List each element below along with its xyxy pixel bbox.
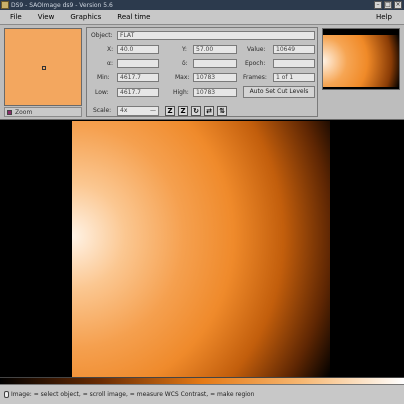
- min-label: Min:: [97, 74, 110, 81]
- status-text: Image: = select object, = scroll image, …: [11, 391, 255, 398]
- chevron-down-icon: —: [150, 107, 156, 114]
- zoom-checkbox[interactable]: [7, 109, 12, 115]
- low-label: Low:: [95, 89, 109, 96]
- mouse-icon: [4, 391, 9, 398]
- menu-graphics[interactable]: Graphics: [70, 13, 101, 21]
- value-field: 10649: [273, 45, 315, 54]
- fits-image[interactable]: [72, 121, 330, 377]
- x-field: 40.0: [117, 45, 159, 54]
- x-label: X:: [107, 46, 114, 53]
- max-label: Max:: [175, 74, 190, 81]
- flip-vertical-icon[interactable]: ⇅: [217, 106, 227, 116]
- ds9-window: DS9 - SAOImage ds9 - Version 5.6 – □ × F…: [0, 0, 404, 404]
- window-menu-icon[interactable]: [1, 1, 9, 9]
- y-field: 57.00: [193, 45, 237, 54]
- magnifier-cursor: [42, 66, 46, 70]
- epoch-label: Epoch:: [245, 60, 266, 67]
- maximize-button[interactable]: □: [384, 1, 392, 9]
- zoom-label: Zoom: [15, 108, 33, 116]
- rotate-icon[interactable]: ↻: [191, 106, 201, 116]
- min-field: 4617.7: [117, 73, 159, 82]
- value-label: Value:: [247, 46, 266, 53]
- object-label: Object:: [91, 32, 113, 39]
- menu-bar: File View Graphics Real time Help: [0, 10, 404, 25]
- object-field: FLAT: [117, 31, 315, 40]
- menu-realtime[interactable]: Real time: [117, 13, 150, 21]
- flip-horizontal-icon[interactable]: ⇄: [204, 106, 214, 116]
- frames-label: Frames:: [243, 74, 267, 81]
- alpha-label: α:: [107, 60, 113, 67]
- menu-view[interactable]: View: [38, 13, 55, 21]
- minimize-button[interactable]: –: [374, 1, 382, 9]
- delta-label: δ:: [182, 60, 188, 67]
- alpha-field: [117, 59, 159, 68]
- zoom-magnifier[interactable]: [4, 28, 82, 106]
- high-label: High:: [173, 89, 189, 96]
- auto-set-cut-levels-button[interactable]: Auto Set Cut Levels: [243, 86, 315, 98]
- status-bar: Image: = select object, = scroll image, …: [0, 384, 404, 404]
- zoom-out-icon[interactable]: Z: [178, 106, 188, 116]
- window-title: DS9 - SAOImage ds9 - Version 5.6: [11, 1, 113, 9]
- image-display[interactable]: [0, 121, 404, 377]
- zoom-toggle[interactable]: Zoom: [4, 107, 82, 117]
- zoom-in-icon[interactable]: Z: [165, 106, 175, 116]
- info-panel: Object: FLAT X: 40.0 Y: 57.00 Value: 106…: [86, 27, 318, 117]
- frames-field: 1 of 1: [273, 73, 315, 82]
- scale-value: 4x: [120, 107, 128, 114]
- title-bar: DS9 - SAOImage ds9 - Version 5.6 – □ ×: [0, 0, 404, 10]
- panner-thumbnail[interactable]: [322, 28, 400, 90]
- delta-field: [193, 59, 237, 68]
- y-label: Y:: [182, 46, 187, 53]
- menu-file[interactable]: File: [10, 13, 22, 21]
- colorbar[interactable]: [0, 377, 404, 384]
- scale-select[interactable]: 4x —: [117, 106, 159, 116]
- close-button[interactable]: ×: [394, 1, 402, 9]
- thumbnail-image: [323, 35, 399, 87]
- menu-help[interactable]: Help: [376, 13, 392, 21]
- low-field[interactable]: 4617.7: [117, 88, 159, 97]
- epoch-field: [273, 59, 315, 68]
- scale-label: Scale:: [93, 107, 112, 114]
- control-panel: Zoom Object: FLAT X: 40.0 Y: 57.00 Value…: [0, 25, 404, 120]
- max-field: 10783: [193, 73, 237, 82]
- high-field[interactable]: 10783: [193, 88, 237, 97]
